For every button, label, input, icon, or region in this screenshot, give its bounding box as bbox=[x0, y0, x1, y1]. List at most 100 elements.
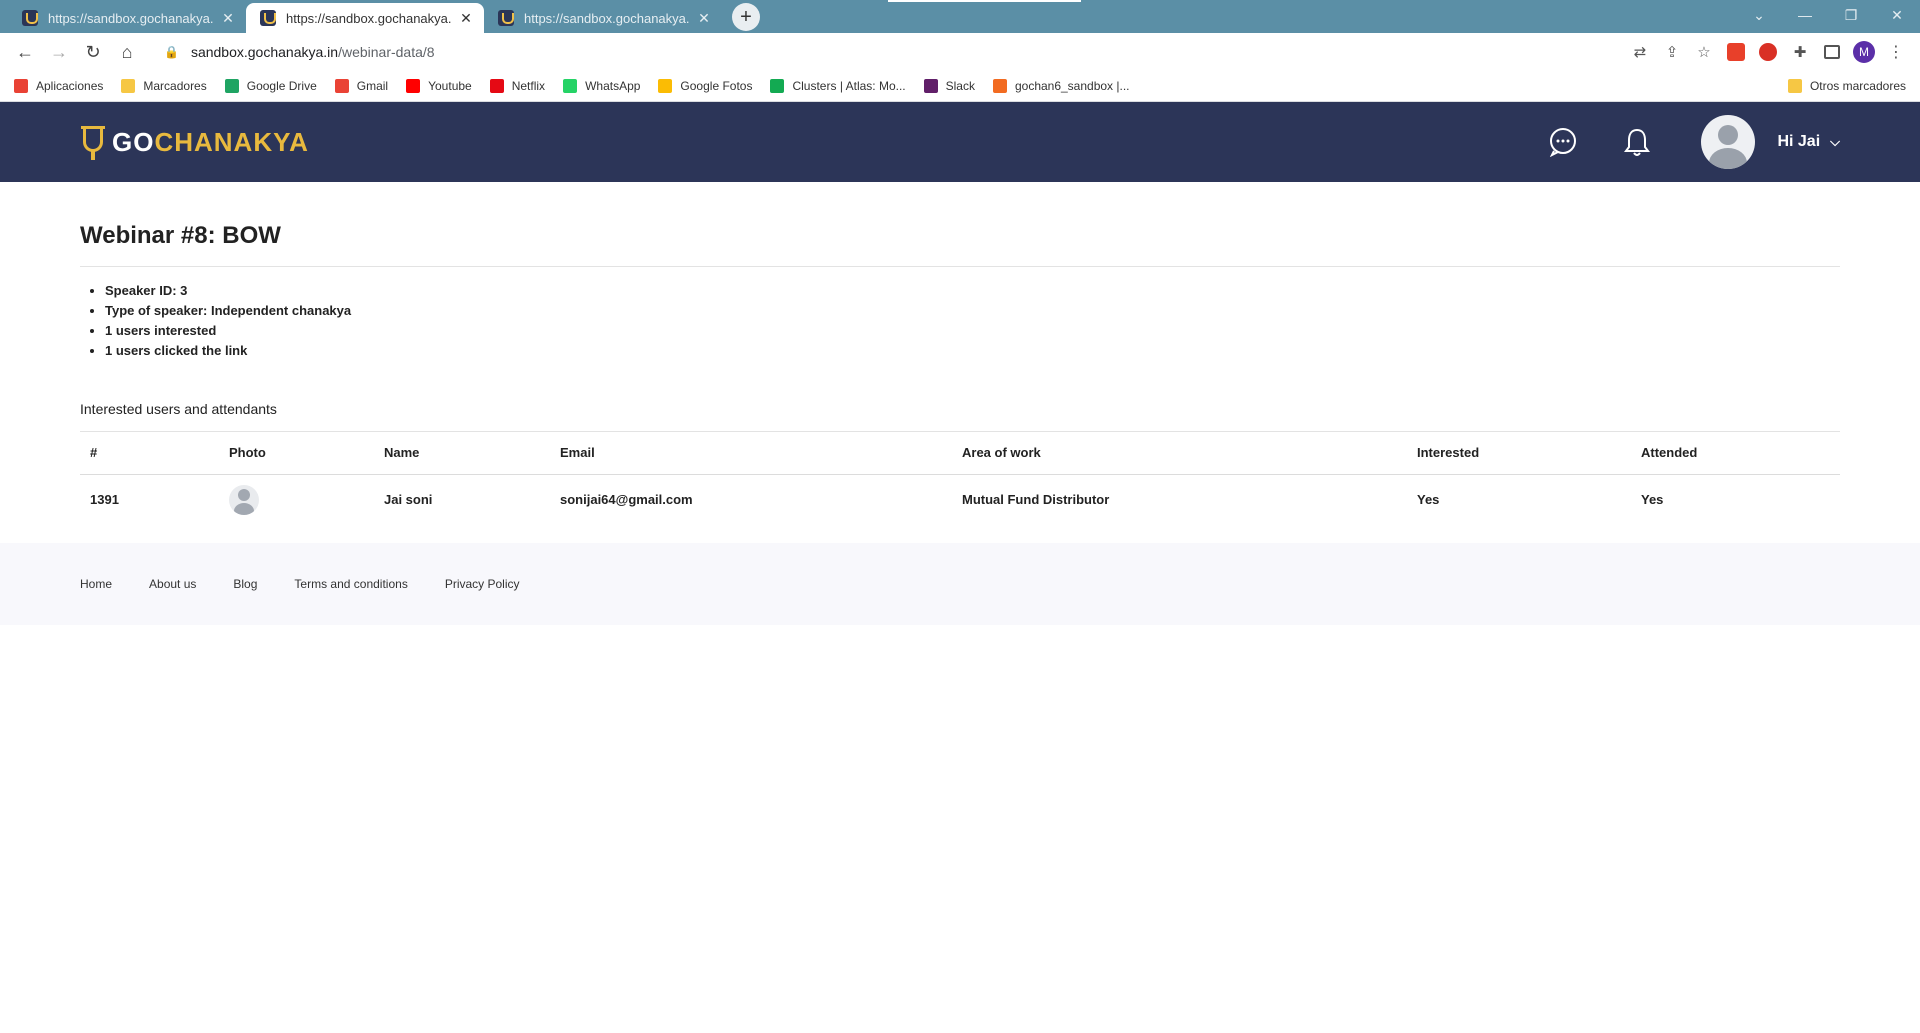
translate-icon[interactable]: ⇄ bbox=[1624, 43, 1656, 61]
app-header: GOCHANAKYA Hi Jai ⌵ bbox=[0, 102, 1920, 182]
cell-area: Mutual Fund Distributor bbox=[962, 492, 1110, 507]
logo-text: GOCHANAKYA bbox=[112, 126, 309, 157]
bookmark-item[interactable]: Slack bbox=[923, 79, 975, 93]
cell-photo bbox=[219, 474, 374, 525]
folder-icon bbox=[1787, 79, 1802, 93]
stat-speaker-type: Type of speaker: Independent chanakya bbox=[105, 301, 1840, 321]
gochanakya-logo[interactable]: GOCHANAKYA bbox=[80, 122, 309, 162]
main-content: Webinar #8: BOW Speaker ID: 3 Type of sp… bbox=[0, 182, 1920, 525]
bookmark-label: gochan6_sandbox |... bbox=[1014, 79, 1130, 93]
greeting-label: Hi Jai bbox=[1777, 133, 1821, 150]
bookmark-label: Google Drive bbox=[246, 79, 317, 93]
gochanakya-favicon-icon bbox=[22, 10, 38, 26]
browser-toolbar: ← → ↻ ⌂ 🔒 sandbox.gochanakya.in/webinar-… bbox=[0, 33, 1920, 71]
other-bookmarks[interactable]: Otros marcadores bbox=[1787, 71, 1906, 101]
column-header-name: Name bbox=[374, 432, 550, 475]
menu-dots-icon[interactable]: ⋮ bbox=[1880, 40, 1912, 64]
footer-link-privacy[interactable]: Privacy Policy bbox=[445, 577, 520, 591]
browser-tab[interactable]: https://sandbox.gochanakya.in/w ✕ bbox=[484, 3, 722, 33]
bookmark-favicon-icon bbox=[770, 79, 785, 93]
bookmark-label: Netflix bbox=[511, 79, 546, 93]
home-icon[interactable]: ⌂ bbox=[110, 35, 144, 69]
bookmark-item[interactable]: Aplicaciones bbox=[14, 79, 103, 93]
gochanakya-favicon-icon bbox=[498, 10, 514, 26]
restore-icon[interactable]: ❐ bbox=[1828, 7, 1874, 24]
bookmark-item[interactable]: gochan6_sandbox |... bbox=[992, 79, 1130, 93]
footer-link-home[interactable]: Home bbox=[80, 577, 112, 591]
cell-name: Jai soni bbox=[384, 492, 433, 507]
other-bookmarks-label: Otros marcadores bbox=[1809, 79, 1906, 93]
footer-link-blog[interactable]: Blog bbox=[233, 577, 257, 591]
bookmark-favicon-icon bbox=[121, 79, 136, 93]
stat-speaker-id: Speaker ID: 3 bbox=[105, 281, 1840, 301]
tab-title: https://sandbox.gochanakya.in/w bbox=[286, 10, 452, 26]
bookmark-label: Marcadores bbox=[143, 79, 207, 93]
bookmark-label: WhatsApp bbox=[585, 79, 641, 93]
bookmark-label: Clusters | Atlas: Mo... bbox=[792, 79, 906, 93]
bookmark-label: Google Fotos bbox=[680, 79, 753, 93]
forward-arrow-icon[interactable]: → bbox=[42, 35, 76, 69]
footer-link-about[interactable]: About us bbox=[149, 577, 196, 591]
bookmark-item[interactable]: WhatsApp bbox=[563, 79, 640, 93]
address-bar[interactable]: 🔒 sandbox.gochanakya.in/webinar-data/8 bbox=[152, 37, 1616, 67]
bookmark-label: Gmail bbox=[356, 79, 389, 93]
close-icon[interactable]: ✕ bbox=[458, 10, 474, 27]
column-header-area: Area of work bbox=[952, 432, 1407, 475]
close-icon[interactable]: ✕ bbox=[696, 10, 712, 27]
star-bookmark-icon[interactable]: ☆ bbox=[1688, 43, 1720, 61]
browser-tab-active[interactable]: https://sandbox.gochanakya.in/w ✕ bbox=[246, 3, 484, 33]
tab-title: https://sandbox.gochanakya.in/m bbox=[48, 10, 214, 26]
window-controls: ⌄ — ❐ ✕ bbox=[1736, 0, 1920, 30]
close-icon[interactable]: ✕ bbox=[220, 10, 236, 27]
cell-attended: Yes bbox=[1641, 492, 1664, 507]
stat-users-clicked: 1 users clicked the link bbox=[105, 341, 1840, 361]
reload-icon[interactable]: ↻ bbox=[76, 35, 110, 69]
column-header-email: Email bbox=[550, 432, 952, 475]
column-header-id: # bbox=[80, 432, 219, 475]
footer: Home About us Blog Terms and conditions … bbox=[0, 542, 1920, 625]
share-icon[interactable]: ⇪ bbox=[1656, 43, 1688, 61]
bookmark-item[interactable]: Google Drive bbox=[224, 79, 317, 93]
cell-interested: Yes bbox=[1417, 492, 1440, 507]
user-menu[interactable]: Hi Jai ⌵ bbox=[1777, 133, 1840, 151]
url-host: sandbox.gochanakya.in bbox=[190, 44, 339, 60]
column-header-photo: Photo bbox=[219, 432, 374, 475]
bookmark-item[interactable]: Netflix bbox=[489, 79, 546, 93]
bookmark-label: Slack bbox=[945, 79, 975, 93]
bell-icon[interactable] bbox=[1615, 120, 1659, 164]
puzzle-extensions-icon[interactable]: ✚ bbox=[1784, 40, 1816, 64]
webinar-stats: Speaker ID: 3 Type of speaker: Independe… bbox=[80, 281, 1840, 361]
bookmark-item[interactable]: Google Fotos bbox=[658, 79, 752, 93]
url-path: /webinar-data/8 bbox=[338, 44, 435, 60]
user-avatar[interactable] bbox=[1701, 115, 1756, 169]
footer-link-terms[interactable]: Terms and conditions bbox=[294, 577, 407, 591]
page-title: Webinar #8: BOW bbox=[80, 222, 1840, 267]
column-header-attended: Attended bbox=[1631, 432, 1840, 475]
bookmark-favicon-icon bbox=[489, 79, 504, 93]
chevron-down-icon: ⌵ bbox=[1830, 134, 1840, 149]
bookmark-label: Youtube bbox=[428, 79, 472, 93]
window-close-icon[interactable]: ✕ bbox=[1874, 7, 1920, 24]
bookmark-item[interactable]: Clusters | Atlas: Mo... bbox=[770, 79, 906, 93]
bookmark-favicon-icon bbox=[14, 79, 28, 93]
lock-icon[interactable]: 🔒 bbox=[164, 45, 179, 59]
new-tab-button[interactable]: + bbox=[732, 3, 760, 31]
bookmark-item[interactable]: Marcadores bbox=[121, 79, 207, 93]
browser-tab[interactable]: https://sandbox.gochanakya.in/m ✕ bbox=[8, 3, 246, 33]
user-avatar-icon bbox=[229, 484, 259, 515]
minimize-icon[interactable]: — bbox=[1782, 7, 1828, 23]
section-title: Interested users and attendants bbox=[80, 401, 1840, 432]
back-arrow-icon[interactable]: ← bbox=[8, 35, 42, 69]
bookmark-item[interactable]: Gmail bbox=[334, 79, 389, 93]
profile-avatar[interactable]: M bbox=[1848, 40, 1880, 64]
tab-search-icon[interactable]: ⌄ bbox=[1736, 7, 1782, 24]
bookmark-favicon-icon bbox=[923, 79, 938, 93]
extension-icon[interactable] bbox=[1752, 40, 1784, 64]
side-panel-icon[interactable] bbox=[1816, 40, 1848, 64]
bookmark-favicon-icon bbox=[992, 79, 1007, 93]
bookmark-favicon-icon bbox=[563, 79, 578, 93]
chat-bubble-icon[interactable] bbox=[1541, 120, 1585, 164]
extension-icon[interactable] bbox=[1720, 40, 1752, 64]
bookmark-favicon-icon bbox=[224, 79, 239, 93]
bookmark-item[interactable]: Youtube bbox=[406, 79, 472, 93]
